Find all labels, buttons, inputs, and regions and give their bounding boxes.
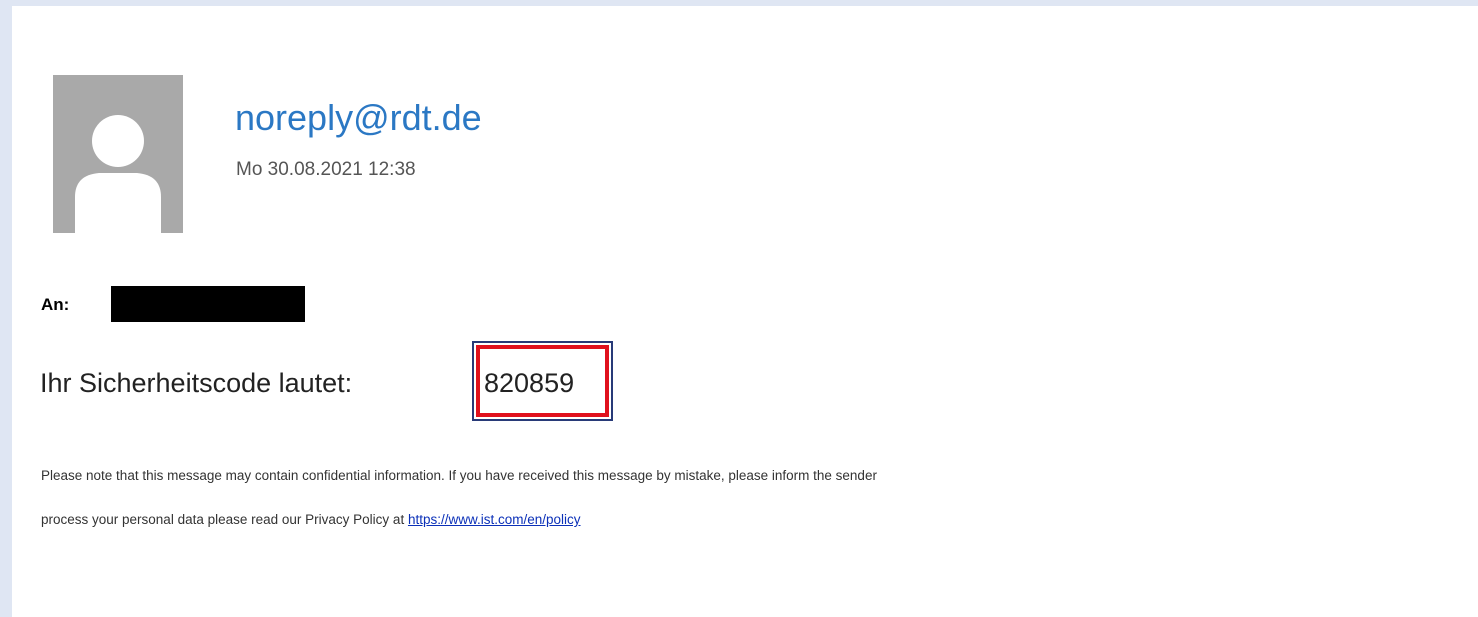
security-code-label: Ihr Sicherheitscode lautet: (40, 368, 353, 398)
sender-address[interactable]: noreply@rdt.de (235, 96, 482, 140)
sent-date: Mo 30.08.2021 12:38 (236, 159, 416, 180)
privacy-policy-link[interactable]: https://www.ist.com/en/policy (408, 512, 581, 527)
email-reading-pane: noreply@rdt.de Mo 30.08.2021 12:38 An: I… (12, 6, 1478, 617)
recipient-redacted (111, 286, 305, 322)
person-icon (75, 115, 161, 233)
sender-avatar (53, 75, 183, 233)
disclaimer-line-1: Please note that this message may contai… (41, 468, 877, 483)
to-label: An: (41, 295, 70, 314)
disclaimer-line-2-text: process your personal data please read o… (41, 512, 408, 527)
security-code-value: 820859 (484, 368, 575, 398)
disclaimer-line-2: process your personal data please read o… (41, 511, 581, 529)
